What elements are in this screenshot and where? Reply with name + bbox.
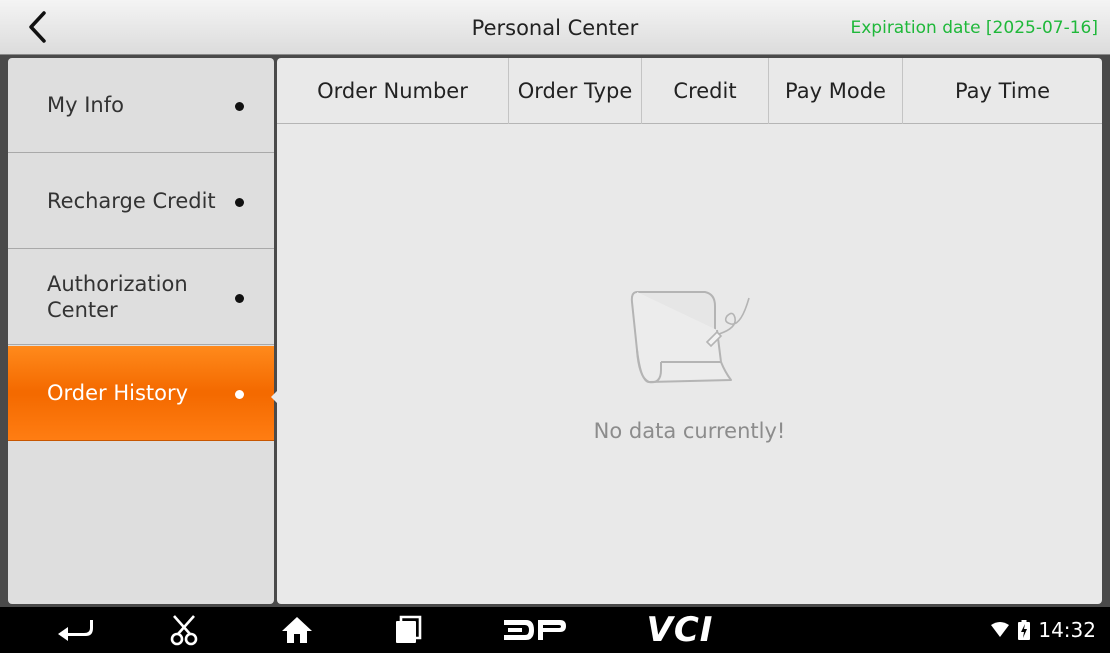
order-history-panel: Order Number Order Type Credit Pay Mode …	[277, 58, 1102, 604]
empty-scroll-icon	[630, 291, 750, 384]
scissors-icon	[170, 615, 198, 646]
chevron-left-icon	[29, 11, 46, 43]
column-header-order-type: Order Type	[509, 58, 642, 124]
expiration-date: Expiration date [2025-07-16]	[850, 17, 1099, 38]
empty-state-message: No data currently!	[593, 419, 786, 443]
back-button[interactable]	[12, 4, 62, 50]
column-header-pay-time: Pay Time	[954, 79, 1051, 103]
sidebar-item-label: Recharge Credit	[47, 188, 216, 213]
bullet-dot-icon	[235, 198, 244, 207]
vci-button[interactable]: VCI	[640, 607, 720, 653]
sidebar-item-recharge-credit[interactable]: Recharge Credit	[8, 154, 274, 249]
sidebar-item-label: Order History	[47, 380, 189, 405]
column-header-credit: Credit	[642, 58, 769, 124]
column-header-pay-mode: Pay Mode	[769, 58, 903, 124]
wifi-icon	[991, 622, 1010, 637]
bullet-dot-icon	[235, 294, 244, 303]
battery-charging-icon	[1018, 620, 1031, 640]
recent-apps-icon	[396, 615, 422, 643]
table-header: Order Number Order Type Credit Pay Mode …	[277, 58, 1102, 124]
bullet-dot-icon	[235, 390, 244, 399]
column-header-order-number: Order Number	[277, 58, 509, 124]
vci-icon: VCI	[646, 610, 714, 650]
title-bar: Personal Center Expiration date [2025-07…	[0, 0, 1110, 55]
clock: 14:32	[1038, 618, 1096, 642]
sidebar-item-label: Authorization Center	[47, 272, 188, 322]
home-button[interactable]	[277, 607, 317, 653]
sidebar: My Info Recharge Credit Authorization Ce…	[8, 58, 274, 604]
home-icon	[282, 617, 312, 643]
recent-apps-button[interactable]	[388, 607, 428, 653]
dp-logo-icon	[504, 620, 566, 640]
back-arrow-icon	[58, 620, 93, 641]
nav-back-button[interactable]	[50, 607, 100, 653]
sidebar-item-authorization-center[interactable]: Authorization Center	[8, 250, 274, 345]
sidebar-item-my-info[interactable]: My Info	[8, 58, 274, 153]
dp-button[interactable]	[500, 607, 570, 653]
system-nav-bar: VCI 14:32	[0, 607, 1110, 653]
sidebar-item-label: My Info	[47, 92, 124, 117]
bullet-dot-icon	[235, 102, 244, 111]
status-area: 14:32	[990, 607, 1096, 653]
screenshot-button[interactable]	[162, 607, 206, 653]
sidebar-item-order-history[interactable]: Order History	[8, 346, 274, 441]
